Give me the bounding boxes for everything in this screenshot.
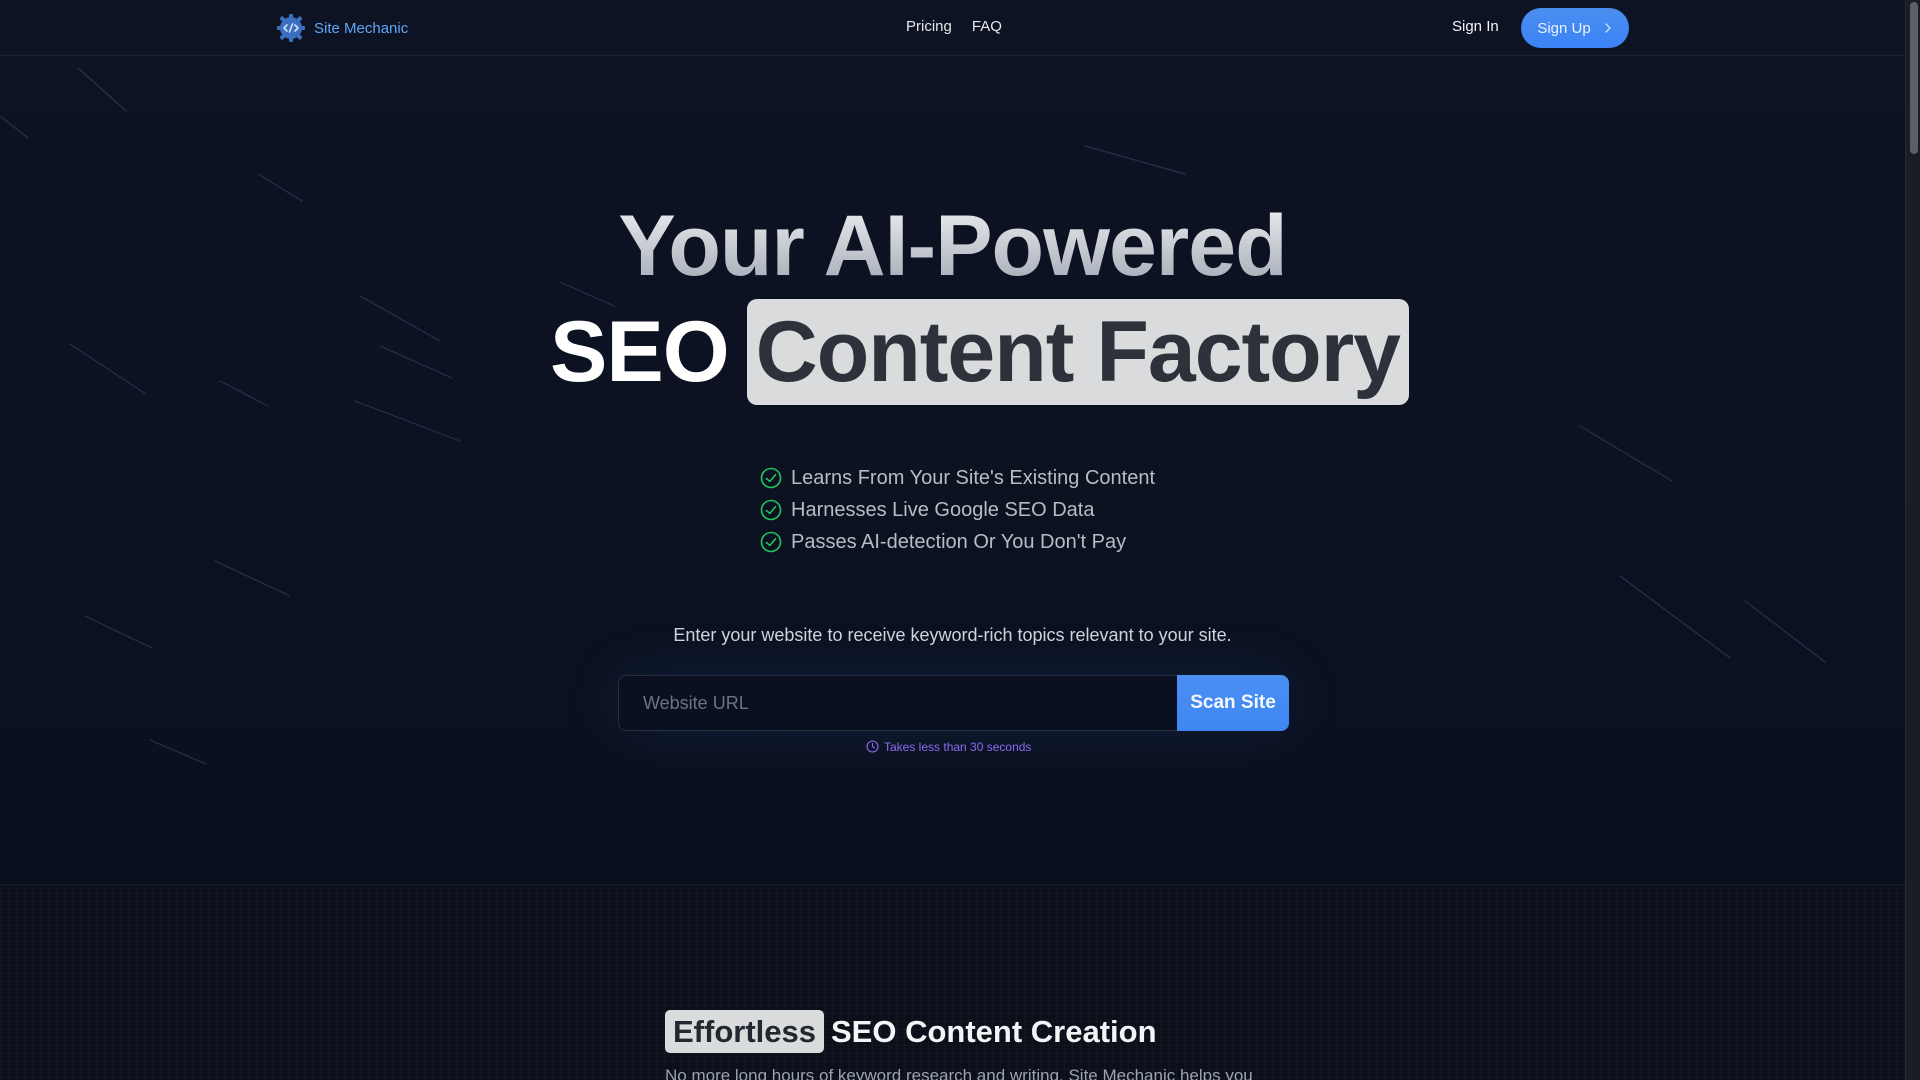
feature-list: Learns From Your Site's Existing Content…: [760, 466, 1155, 554]
check-circle-icon: [760, 531, 782, 553]
clock-icon: [866, 740, 879, 753]
page-scrollbar[interactable]: [1905, 0, 1920, 1080]
hero-title-highlight: Content Factory: [746, 299, 1409, 405]
scan-form: Scan Site: [618, 675, 1289, 731]
sign-up-button[interactable]: Sign Up: [1521, 8, 1629, 48]
check-circle-icon: [760, 499, 782, 521]
scrollbar-thumb[interactable]: [1910, 2, 1918, 154]
features-section: Effortless SEO Content Creation No more …: [0, 884, 1905, 1080]
website-url-input[interactable]: [618, 675, 1178, 731]
gear-code-icon: [277, 14, 305, 42]
section-title-rest: SEO Content Creation: [830, 1013, 1157, 1049]
hero-title-line1: Your AI-Powered: [0, 196, 1905, 296]
sign-up-label: Sign Up: [1537, 19, 1591, 37]
hero-title-seo: SEO: [550, 304, 730, 400]
feature-text: Learns From Your Site's Existing Content: [791, 466, 1156, 489]
nav-link-faq[interactable]: FAQ: [972, 18, 1002, 35]
feature-item: Harnesses Live Google SEO Data: [760, 498, 1155, 522]
brand-name: Site Mechanic: [314, 19, 409, 37]
feature-text: Harnesses Live Google SEO Data: [791, 498, 1095, 521]
section-title-highlight-text: Effortless: [673, 1013, 816, 1049]
scan-hint: Takes less than 30 seconds: [866, 739, 1031, 754]
feature-text: Passes AI-detection Or You Don't Pay: [791, 530, 1127, 553]
scan-site-button[interactable]: Scan Site: [1177, 675, 1289, 731]
nav-links: Pricing FAQ: [906, 18, 1002, 35]
scan-prompt: Enter your website to receive keyword-ri…: [673, 625, 1232, 645]
section-description: No more long hours of keyword research a…: [665, 1066, 1253, 1080]
feature-item: Learns From Your Site's Existing Content: [760, 466, 1155, 490]
sign-in-link[interactable]: Sign In: [1452, 18, 1499, 35]
check-circle-icon: [760, 467, 782, 489]
hero-title-highlight-text: Content Factory: [755, 304, 1401, 400]
nav-link-pricing[interactable]: Pricing: [906, 18, 952, 35]
scan-hint-text: Takes less than 30 seconds: [884, 739, 1032, 754]
section-title-highlight: Effortless: [665, 1010, 824, 1053]
chevron-right-icon: [1604, 23, 1611, 33]
feature-item: Passes AI-detection Or You Don't Pay: [760, 530, 1155, 554]
page: Site Mechanic Pricing FAQ Sign In Sign U…: [0, 0, 1905, 1080]
navbar: Site Mechanic Pricing FAQ Sign In Sign U…: [0, 0, 1905, 56]
brand-link[interactable]: Site Mechanic: [276, 13, 408, 43]
section-title: Effortless SEO Content Creation: [665, 1010, 1157, 1053]
hero-title-line2: SEO Content Factory: [550, 299, 1409, 405]
